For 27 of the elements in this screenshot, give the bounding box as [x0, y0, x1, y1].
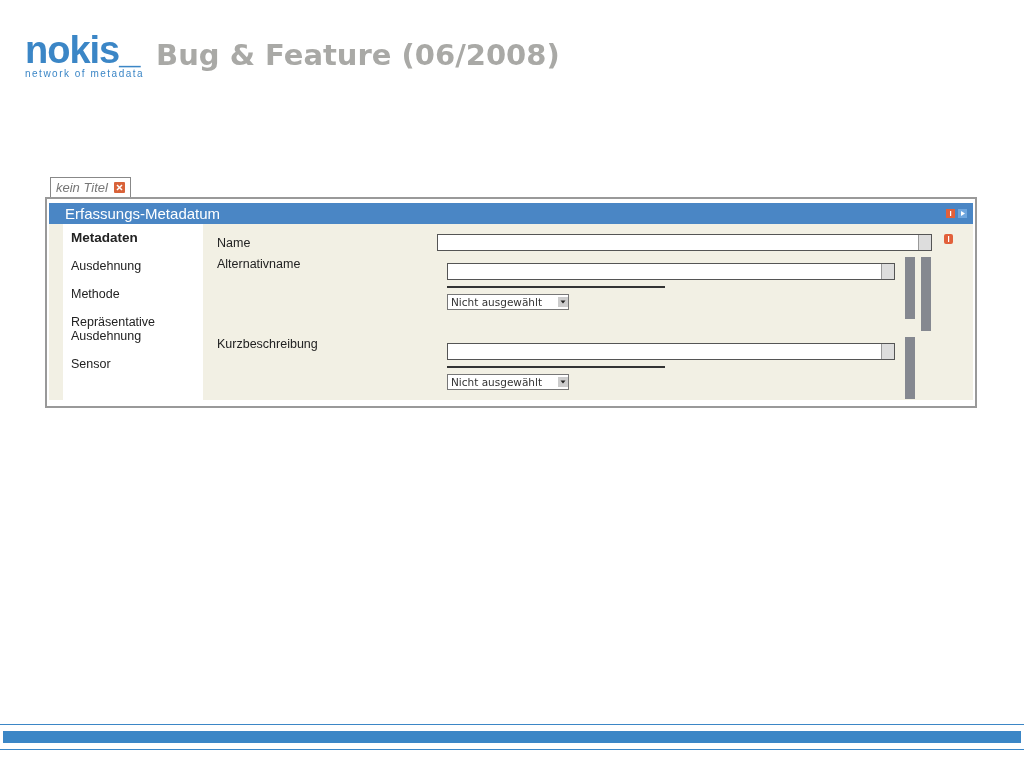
- dropdown-icon[interactable]: [558, 297, 568, 307]
- dropdown-icon[interactable]: [558, 377, 568, 387]
- slide-title: Bug & Feature (06/2008): [156, 38, 560, 72]
- scrollbar-handle[interactable]: [921, 257, 931, 331]
- sidebar-item[interactable]: Sensor: [71, 357, 181, 371]
- field-label: Kurzbeschreibung: [217, 336, 319, 351]
- panel-title: Erfassungs-Metadatum: [65, 205, 221, 222]
- field-label: Alternativname: [217, 256, 302, 271]
- scrollbar-handle[interactable]: [905, 257, 915, 319]
- scrollbar-handle[interactable]: [905, 337, 915, 399]
- sidebar-item[interactable]: Ausdehnung: [71, 259, 181, 273]
- warning-icon[interactable]: [944, 234, 953, 244]
- language-dropdown[interactable]: Nicht ausgewählt: [447, 294, 569, 310]
- warning-icon[interactable]: [946, 209, 955, 218]
- text-field[interactable]: [447, 343, 895, 360]
- logo-tagline: network of metadata: [25, 68, 145, 79]
- sidebar-item[interactable]: Metadaten: [71, 230, 181, 245]
- logo-wordmark: nokis_: [25, 32, 141, 68]
- play-icon[interactable]: [958, 209, 967, 218]
- language-dropdown[interactable]: Nicht ausgewählt: [447, 374, 569, 390]
- field-label: Name: [217, 235, 252, 250]
- close-icon[interactable]: [113, 182, 125, 193]
- text-field[interactable]: [447, 263, 895, 280]
- text-field[interactable]: [437, 234, 932, 251]
- sidebar-item[interactable]: Repräsentative Ausdehnung: [71, 315, 181, 343]
- sidebar-item[interactable]: Methode: [71, 287, 181, 301]
- document-tab[interactable]: kein Titel: [50, 177, 131, 197]
